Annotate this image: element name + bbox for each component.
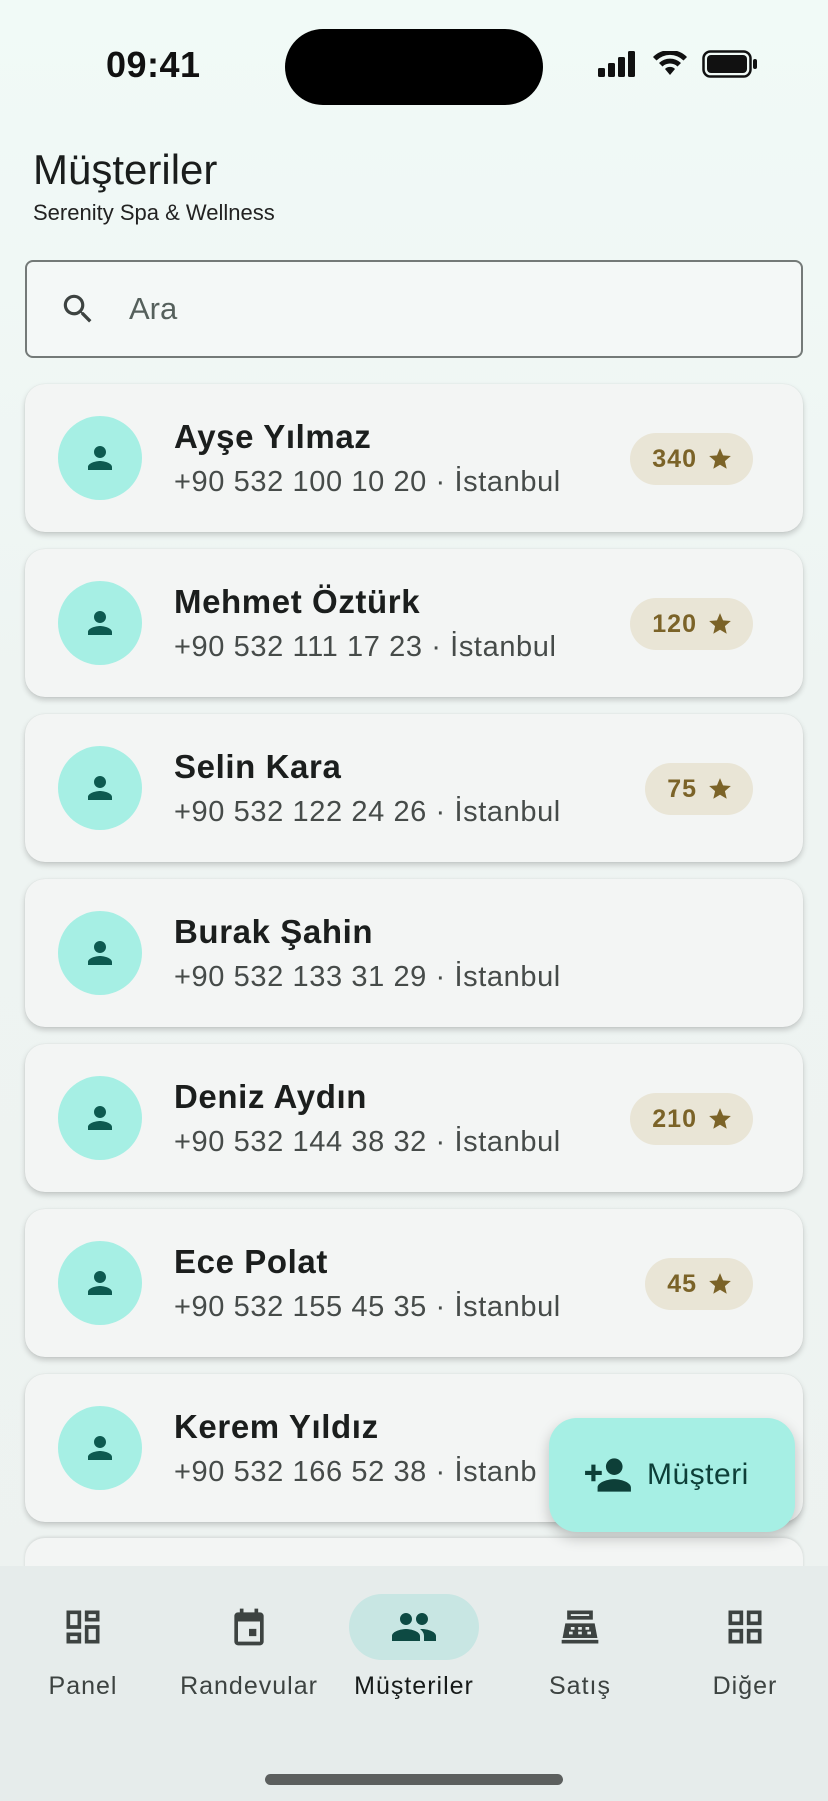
status-icons (598, 50, 758, 78)
avatar (58, 1406, 142, 1490)
avatar (58, 746, 142, 830)
add-customer-button[interactable]: Müşteri (549, 1418, 795, 1532)
bottom-nav: Panel Randevular Müşteriler Satış Diğer (0, 1566, 828, 1801)
customer-meta: +90 532 144 38 32 · İstanbul (174, 1126, 561, 1158)
avatar (58, 911, 142, 995)
points-value: 340 (652, 444, 697, 473)
points-badge: 75 (645, 763, 753, 815)
customer-card[interactable]: Deniz Aydın +90 532 144 38 32 · İstanbul… (25, 1044, 803, 1192)
avatar (58, 1076, 142, 1160)
nav-label: Randevular (180, 1672, 318, 1700)
nav-label: Panel (48, 1672, 118, 1700)
customer-name: Ece Polat (174, 1243, 328, 1280)
customer-meta: +90 532 133 31 29 · İstanbul (174, 961, 561, 993)
star-icon (709, 1108, 731, 1129)
search-box[interactable] (25, 260, 803, 358)
person-icon (88, 776, 112, 800)
wifi-icon (653, 51, 687, 75)
dynamic-island (285, 29, 543, 105)
points-badge: 210 (630, 1093, 753, 1145)
nav-item-more[interactable]: Diğer (662, 1594, 828, 1701)
customer-meta: +90 532 155 45 35 · İstanbul (174, 1291, 561, 1323)
battery-icon (702, 50, 757, 78)
cash-register-icon (561, 1610, 599, 1644)
page-subtitle: Serenity Spa & Wellness (33, 200, 275, 225)
points-value: 45 (667, 1269, 697, 1298)
add-customer-label: Müşteri (647, 1458, 749, 1491)
nav-pill (18, 1594, 148, 1660)
page-title: Müşteriler (33, 146, 218, 193)
customer-name: Mehmet Öztürk (174, 583, 421, 620)
dashboard-icon (66, 1610, 100, 1644)
search-icon (63, 294, 92, 323)
customer-name: Deniz Aydın (174, 1078, 367, 1115)
star-icon (709, 448, 731, 469)
home-indicator (265, 1774, 563, 1785)
avatar (58, 1241, 142, 1325)
star-icon (709, 613, 731, 634)
star-icon (709, 778, 731, 799)
star-icon (709, 1273, 731, 1294)
customer-card[interactable]: Burak Şahin +90 532 133 31 29 · İstanbul (25, 879, 803, 1027)
customer-card[interactable]: Mehmet Öztürk +90 532 111 17 23 · İstanb… (25, 549, 803, 697)
customer-card[interactable]: Selin Kara +90 532 122 24 26 · İstanbul … (25, 714, 803, 862)
points-badge: 45 (645, 1258, 753, 1310)
nav-pill (515, 1594, 645, 1660)
nav-item-appointments[interactable]: Randevular (166, 1594, 332, 1701)
points-badge: 120 (630, 598, 753, 650)
nav-item-panel[interactable]: Panel (0, 1594, 166, 1701)
points-value: 210 (652, 1104, 697, 1133)
person-icon (88, 446, 112, 470)
customer-meta: +90 532 166 52 38 · İstanb (174, 1456, 538, 1488)
points-value: 120 (652, 609, 697, 638)
signal-icon (598, 51, 635, 77)
customer-name: Burak Şahin (174, 913, 374, 950)
avatar (58, 581, 142, 665)
person-icon (88, 1106, 112, 1130)
person-icon (88, 611, 112, 635)
nav-pill (184, 1594, 314, 1660)
customer-card[interactable]: Ayşe Yılmaz +90 532 100 10 20 · İstanbul… (25, 384, 803, 532)
person-icon (88, 1436, 112, 1460)
search-input[interactable] (129, 291, 749, 327)
nav-item-sales[interactable]: Satış (497, 1594, 663, 1701)
customer-list: Ayşe Yılmaz +90 532 100 10 20 · İstanbul… (25, 384, 803, 1539)
person-icon (88, 1271, 112, 1295)
customer-name: Kerem Yıldız (174, 1408, 379, 1445)
customer-meta: +90 532 111 17 23 · İstanbul (174, 631, 557, 663)
customer-card[interactable]: Ece Polat +90 532 155 45 35 · İstanbul 4… (25, 1209, 803, 1357)
person-icon (88, 941, 112, 965)
status-bar: 09:41 (0, 0, 828, 130)
status-time: 09:41 (106, 44, 201, 85)
nav-label: Diğer (712, 1672, 778, 1700)
nav-label: Müşteriler (354, 1672, 474, 1700)
nav-item-customers[interactable]: Müşteriler (331, 1594, 497, 1701)
customer-name: Selin Kara (174, 748, 342, 785)
customer-meta: +90 532 100 10 20 · İstanbul (174, 466, 561, 498)
person-add-icon (585, 1458, 631, 1492)
nav-pill (349, 1594, 479, 1660)
customer-meta: +90 532 122 24 26 · İstanbul (174, 796, 561, 828)
page-header: Müşteriler Serenity Spa & Wellness (33, 146, 275, 226)
people-icon (392, 1613, 436, 1641)
calendar-icon (234, 1608, 264, 1646)
nav-label: Satış (549, 1672, 611, 1700)
grid-icon (728, 1610, 762, 1644)
avatar (58, 416, 142, 500)
points-badge: 340 (630, 433, 753, 485)
app-screen: 09:41 Müşteriler Serenity Spa & Wellness… (0, 0, 828, 1801)
points-value: 75 (667, 774, 697, 803)
customer-name: Ayşe Yılmaz (174, 418, 372, 455)
nav-pill (680, 1594, 810, 1660)
